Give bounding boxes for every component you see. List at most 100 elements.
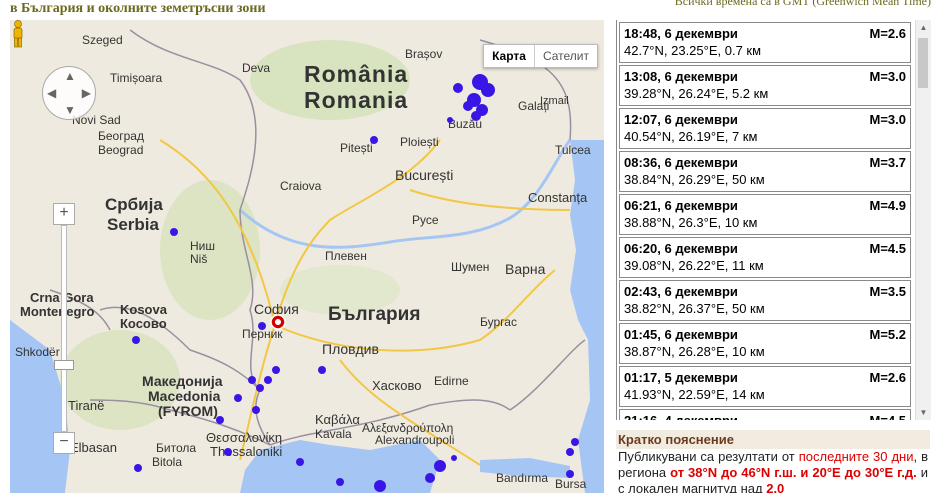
- label-haskovo: Хасково: [372, 378, 421, 393]
- pegman-icon[interactable]: [10, 20, 26, 48]
- quake-marker[interactable]: [453, 83, 463, 93]
- quake-marker[interactable]: [336, 478, 344, 486]
- label-galati: Galați: [518, 99, 549, 113]
- quake-marker[interactable]: [224, 448, 232, 456]
- danube-river: [238, 139, 572, 249]
- quake-magnitude: M=4.9: [869, 198, 907, 213]
- label-beograd-lat: Beograd: [98, 143, 143, 157]
- quake-row[interactable]: 06:20, 6 декември M=4.5 39.08°N, 26.22°E, …: [619, 237, 911, 278]
- quake-marker[interactable]: [272, 366, 280, 374]
- quake-marker[interactable]: [374, 480, 386, 492]
- quake-row[interactable]: 01:45, 6 декември M=5.2 38.87°N, 26.28°E, …: [619, 323, 911, 364]
- label-macedonia: Macedonia: [148, 388, 221, 404]
- quake-magnitude: M=3.0: [869, 112, 907, 127]
- scroll-thumb[interactable]: [918, 38, 928, 88]
- quake-marker[interactable]: [170, 228, 178, 236]
- pan-right-icon[interactable]: ▶: [82, 86, 91, 100]
- label-kosovo-cyr: Косово: [120, 316, 167, 331]
- label-kavala: Καβάλα: [315, 412, 360, 427]
- scroll-up-icon[interactable]: ▲: [916, 20, 931, 35]
- label-romania-ro: România: [304, 61, 408, 87]
- quake-list[interactable]: 18:48, 6 декември M=2.6 42.7°N, 23.25°E, 0…: [616, 20, 931, 420]
- latest-quake-marker[interactable]: [270, 314, 286, 330]
- quake-row[interactable]: 18:48, 6 декември M=2.6 42.7°N, 23.25°E, 0…: [619, 22, 911, 63]
- quake-marker[interactable]: [571, 438, 579, 446]
- quake-marker[interactable]: [134, 464, 142, 472]
- quake-marker[interactable]: [370, 136, 378, 144]
- quake-marker[interactable]: [447, 117, 453, 123]
- label-thessaloniki: Θεσσαλονίκη: [206, 430, 282, 445]
- quake-marker[interactable]: [216, 416, 224, 424]
- quake-datetime: 02:43, 6 декември: [624, 284, 738, 299]
- map-type-toggle[interactable]: Карта Сателит: [483, 44, 598, 68]
- quake-marker[interactable]: [234, 394, 242, 402]
- zoom-slider-handle[interactable]: [54, 360, 74, 370]
- quake-marker[interactable]: [318, 366, 326, 374]
- label-nis: Ниш: [190, 239, 215, 253]
- scroll-down-icon[interactable]: ▼: [916, 405, 931, 420]
- pan-up-icon[interactable]: ▲: [64, 69, 76, 83]
- zoom-slider-track[interactable]: [61, 225, 67, 432]
- quake-list-scrollbar[interactable]: ▲ ▼: [915, 20, 931, 420]
- quake-magnitude: M=4.5: [870, 413, 907, 420]
- label-fyrom: (FYROM): [158, 403, 218, 419]
- quake-datetime: 18:48, 6 декември: [624, 26, 738, 41]
- label-burgas: Бургас: [480, 315, 517, 329]
- quake-magnitude: M=4.5: [869, 241, 907, 256]
- quake-marker[interactable]: [264, 376, 272, 384]
- label-tulcea: Tulcea: [555, 143, 591, 157]
- quake-marker[interactable]: [256, 384, 264, 392]
- quake-marker[interactable]: [248, 376, 256, 384]
- quake-row[interactable]: 08:36, 6 декември M=3.7 38.84°N, 26.29°E, …: [619, 151, 911, 192]
- quake-location: 42.7°N, 23.25°E, 0.7 км: [624, 43, 762, 58]
- label-shkoder: Shkodër: [15, 345, 60, 359]
- label-bulgaria: България: [328, 304, 420, 325]
- label-pitesti: Pitești: [340, 141, 373, 155]
- quake-magnitude: M=3.7: [869, 155, 907, 170]
- quake-datetime: 21:16, 4 декември: [624, 413, 906, 420]
- label-varna: Варна: [505, 261, 546, 277]
- label-plovdiv: Пловдив: [322, 341, 379, 357]
- pan-down-icon[interactable]: ▼: [64, 103, 76, 117]
- quake-marker[interactable]: [481, 83, 495, 97]
- quake-row[interactable]: 01:17, 5 декември M=2.6 41.93°N, 22.59°E, …: [619, 366, 911, 407]
- quake-marker[interactable]: [451, 455, 457, 461]
- label-srbija: Србија: [105, 195, 163, 214]
- quake-marker[interactable]: [296, 458, 304, 466]
- zoom-in-button[interactable]: +: [53, 203, 75, 225]
- label-nis-lat: Niš: [190, 252, 207, 266]
- quake-marker[interactable]: [258, 322, 266, 330]
- quake-marker[interactable]: [252, 406, 260, 414]
- pan-control[interactable]: ▲ ▼ ◀ ▶: [42, 66, 96, 120]
- quake-magnitude: M=5.2: [869, 327, 907, 342]
- earthquake-map[interactable]: Szeged Deva Brașov România Romania Timiș…: [10, 20, 604, 493]
- explanation-text: Публикувани са резултати от последните 3…: [616, 449, 930, 493]
- quake-location: 38.82°N, 26.37°E, 50 км: [624, 301, 765, 316]
- quake-marker[interactable]: [471, 111, 481, 121]
- quake-magnitude: M=2.6: [869, 26, 907, 41]
- quake-row[interactable]: 13:08, 6 декември M=3.0 39.28°N, 26.24°E, …: [619, 65, 911, 106]
- zoom-out-button[interactable]: −: [53, 432, 75, 454]
- quake-row[interactable]: 02:43, 6 декември M=3.5 38.82°N, 26.37°E, …: [619, 280, 911, 321]
- quake-marker[interactable]: [463, 101, 473, 111]
- map-type-satellite-button[interactable]: Сателит: [535, 45, 597, 67]
- label-bucuresti: București: [395, 167, 453, 183]
- label-alexandroupoli-lat: Alexandroupoli: [375, 433, 454, 447]
- label-ploiesti: Ploiești: [400, 135, 439, 149]
- map-type-map-button[interactable]: Карта: [484, 45, 535, 67]
- quake-marker[interactable]: [434, 460, 446, 472]
- quake-marker[interactable]: [132, 336, 140, 344]
- quake-datetime: 13:08, 6 декември: [624, 69, 738, 84]
- quake-marker[interactable]: [566, 470, 574, 478]
- map-canvas[interactable]: Szeged Deva Brașov România Romania Timiș…: [10, 20, 604, 493]
- explanation-region: от 38°N до 46°N г.ш. и 20°E до 30°E г.д.: [670, 465, 917, 480]
- pan-left-icon[interactable]: ◀: [47, 86, 56, 100]
- explanation-panel: Кратко пояснение Публикувани са резултат…: [616, 430, 930, 493]
- quake-marker[interactable]: [425, 473, 435, 483]
- quake-row[interactable]: 21:16, 4 декемвриM=4.5: [619, 409, 911, 420]
- quake-row[interactable]: 06:21, 6 декември M=4.9 38.88°N, 26.3°E, 1…: [619, 194, 911, 235]
- quake-marker[interactable]: [566, 448, 574, 456]
- label-thessaloniki-lat: Thessaloniki: [210, 444, 282, 459]
- label-shumen: Шумен: [451, 260, 489, 274]
- quake-row[interactable]: 12:07, 6 декември M=3.0 40.54°N, 26.19°E, …: [619, 108, 911, 149]
